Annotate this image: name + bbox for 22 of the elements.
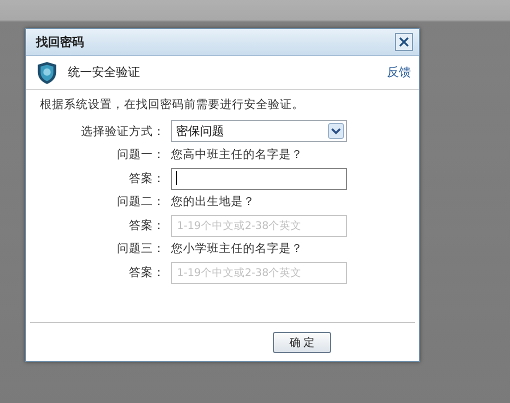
question-text: 您小学班主任的名字是？ — [171, 241, 304, 256]
method-dropdown[interactable]: 密保问题 — [171, 120, 347, 142]
dropdown-icon — [328, 123, 344, 139]
question-text: 您的出生地是？ — [171, 194, 256, 209]
answer-field[interactable]: 1-19个中文或2-38个英文 — [171, 261, 347, 283]
question-label: 问题二： — [116, 194, 165, 209]
field-label: 选择验证方式： — [80, 124, 165, 138]
shield-icon — [36, 60, 58, 84]
question-label: 问题一： — [116, 147, 165, 162]
field-label: 答案： — [128, 264, 165, 280]
field-label: 答案： — [128, 170, 165, 186]
section-title: 统一安全验证 — [68, 64, 141, 81]
feedback-link[interactable]: 反馈 — [387, 64, 411, 81]
dialog-title: 找回密码 — [36, 34, 84, 50]
answer-field[interactable]: 1-19个中文或2-38个英文 — [171, 214, 347, 236]
close-button[interactable]: × — [395, 33, 413, 51]
field-label: 答案： — [128, 218, 165, 232]
confirm-button[interactable]: 确 定 — [273, 332, 331, 352]
question-label: 问题三： — [116, 241, 165, 256]
question-text: 您高中班主任的名字是？ — [171, 147, 304, 162]
intro-text: 根据系统设置，在找回密码前需要进行安全验证。 — [40, 97, 305, 112]
answer-field[interactable] — [171, 167, 347, 189]
